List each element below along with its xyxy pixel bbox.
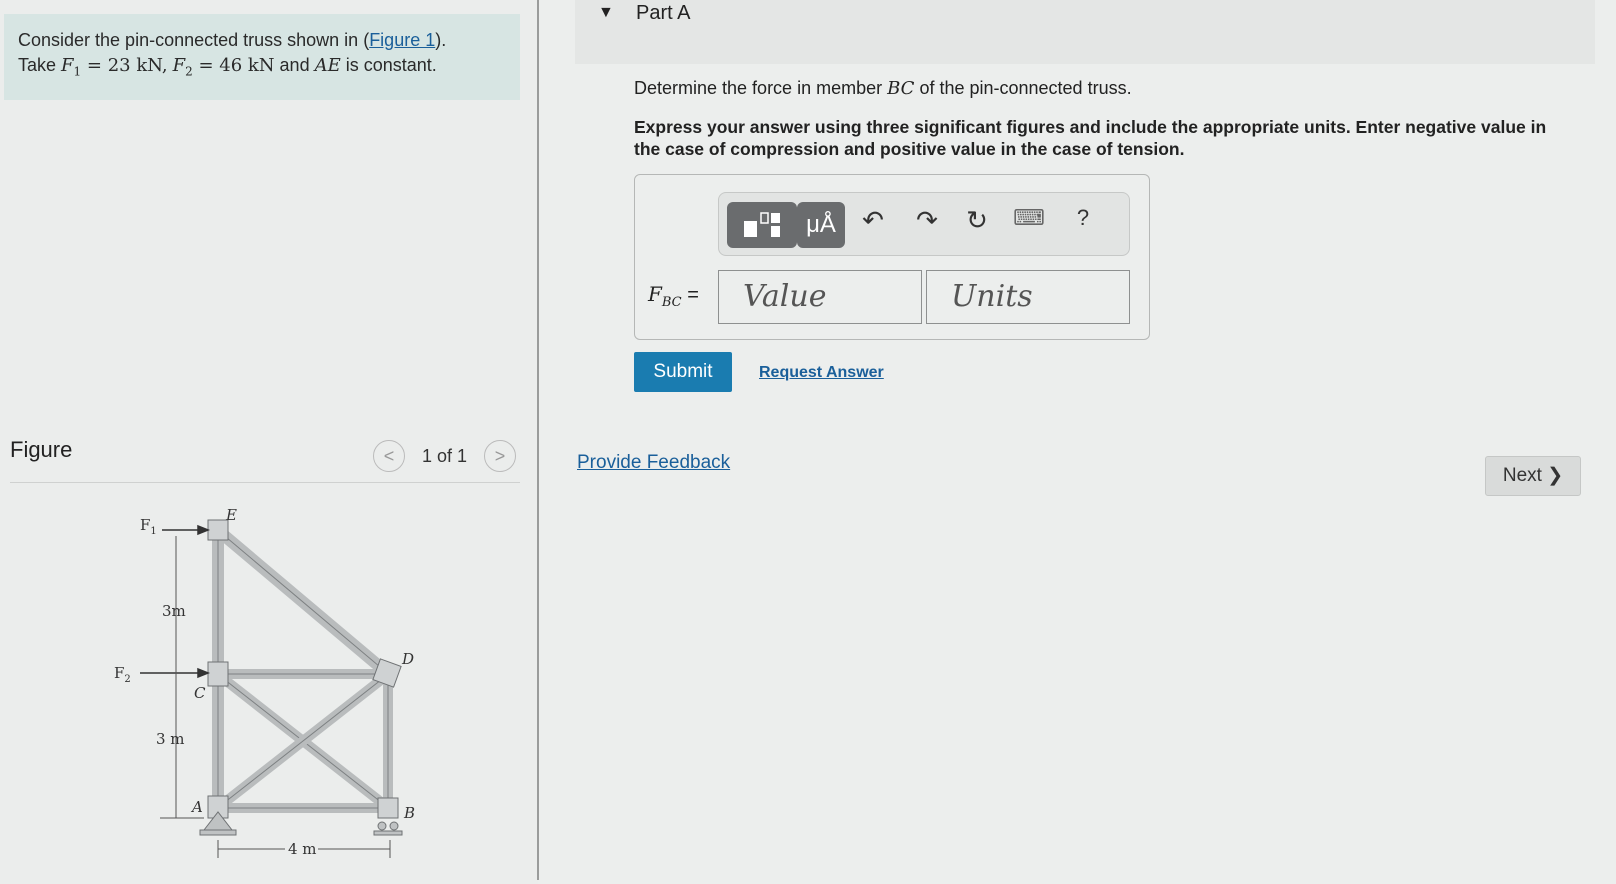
truss-members	[212, 527, 393, 813]
joint-c	[207, 661, 229, 687]
ae-symbol: AE	[314, 55, 341, 76]
help-icon[interactable]: ?	[1065, 205, 1101, 231]
problem-statement: Consider the pin-connected truss shown i…	[18, 28, 518, 85]
ground-b	[373, 830, 403, 836]
fbc-equals: =	[681, 284, 699, 306]
label-a: A	[190, 798, 203, 816]
reset-icon[interactable]: ↻	[959, 205, 995, 236]
figure-divider	[10, 482, 520, 483]
figure-prev-button[interactable]: <	[373, 440, 405, 472]
question-member: BC	[887, 78, 915, 99]
f2-arrowhead	[197, 667, 211, 679]
svg-text:F2: F2	[114, 664, 131, 685]
f2-subscript: 2	[185, 64, 193, 79]
roller-b-right	[389, 821, 399, 831]
submit-button[interactable]: Submit	[634, 352, 732, 392]
svg-text:F1: F1	[140, 516, 157, 537]
joint-e	[207, 519, 229, 541]
fbc-label: FBC =	[648, 282, 699, 310]
f2-value: = 46 kN	[192, 55, 275, 76]
template-icon	[744, 212, 780, 237]
keyboard-icon[interactable]: ⌨	[1011, 205, 1047, 231]
figure-link[interactable]: Figure 1	[369, 30, 435, 50]
truss-figure: F1 F2 E D C A B 3m 3 m 4 m	[114, 506, 415, 858]
part-a-title[interactable]: Part A	[636, 2, 690, 25]
pane-divider[interactable]	[537, 0, 539, 880]
figure-count: 1 of 1	[422, 446, 468, 466]
label-dim-top: 3m	[162, 602, 186, 620]
f2-symbol: F	[172, 55, 186, 76]
roller-b-left	[377, 821, 387, 831]
part-a-header[interactable]	[575, 0, 1595, 64]
label-f1: F	[140, 516, 150, 534]
ground-a	[199, 829, 237, 836]
value-input[interactable]: Value	[718, 270, 922, 324]
units-button[interactable]: μÅ	[797, 202, 845, 248]
constant-text: is constant.	[340, 55, 437, 75]
fbc-symbol: F	[648, 282, 662, 306]
f1-arrowhead	[197, 524, 211, 536]
label-b: B	[403, 804, 415, 822]
undo-icon[interactable]: ↶	[855, 205, 891, 236]
redo-icon[interactable]: ↷	[909, 205, 945, 236]
answer-instructions: Express your answer using three signific…	[634, 117, 1547, 159]
math-toolbar: μÅ ↶ ↷ ↻ ⌨ ?	[718, 192, 1130, 256]
and-text: and	[274, 55, 315, 75]
member-ed-edge	[219, 531, 387, 673]
take-text: Take	[18, 55, 57, 75]
label-dim-bottom: 3 m	[156, 730, 185, 748]
label-e: E	[225, 506, 237, 524]
label-d: D	[401, 650, 414, 668]
label-f1-sub: 1	[150, 526, 156, 537]
f1-symbol: F	[61, 55, 74, 76]
provide-feedback-link[interactable]: Provide Feedback	[577, 452, 730, 474]
question-text: Determine the force in member BC of the …	[634, 78, 1132, 99]
template-button[interactable]	[727, 202, 797, 248]
question-post: of the pin-connected truss.	[914, 78, 1132, 98]
label-f2-sub: 2	[124, 674, 130, 685]
label-f2: F	[114, 664, 124, 682]
problem-intro: Consider the pin-connected truss shown i…	[18, 30, 370, 50]
fbc-subscript: BC	[661, 295, 682, 310]
collapse-arrow-icon[interactable]: ▼	[598, 4, 614, 22]
f1-value: = 23 kN,	[81, 55, 168, 76]
units-input[interactable]: Units	[926, 270, 1130, 324]
problem-intro-end: ).	[435, 30, 447, 50]
figure-next-button[interactable]: >	[484, 440, 516, 472]
joint-b	[377, 797, 399, 819]
label-c: C	[194, 684, 206, 702]
figure-title: Figure	[10, 437, 73, 462]
supports	[199, 811, 403, 836]
question-pre: Determine the force in member	[634, 78, 888, 98]
next-button[interactable]: Next ❯	[1485, 456, 1581, 496]
request-answer-link[interactable]: Request Answer	[759, 364, 884, 382]
label-dim-width: 4 m	[288, 840, 317, 858]
